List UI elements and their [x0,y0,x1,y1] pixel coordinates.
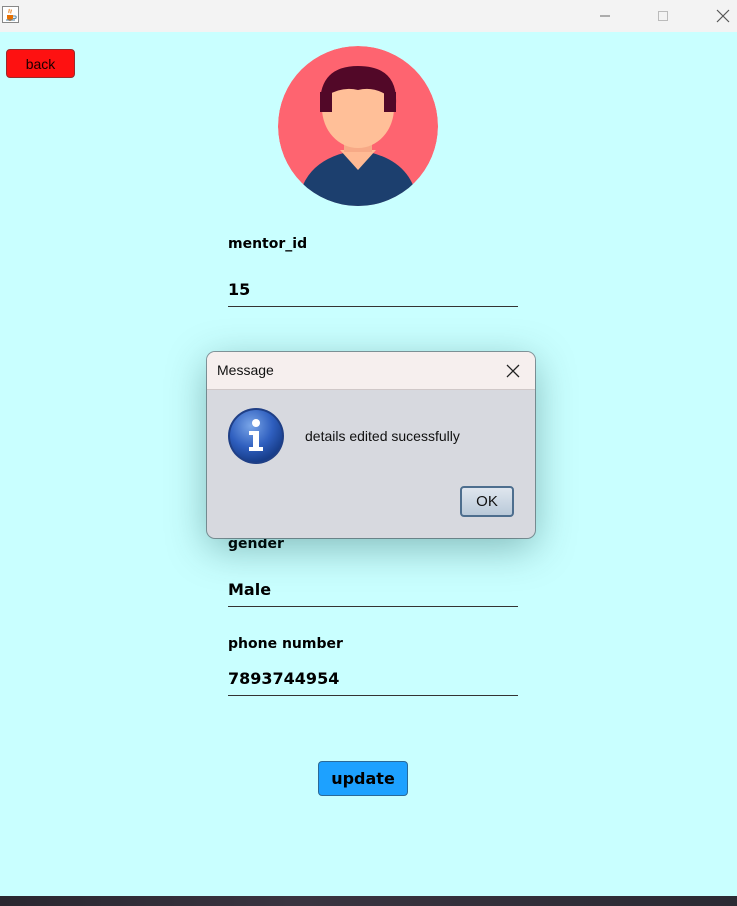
back-button[interactable]: back [6,49,75,78]
gender-field[interactable]: Male [228,580,518,607]
mentor-id-label: mentor_id [228,236,308,252]
ok-button[interactable]: OK [460,486,514,517]
gender-label: gender [228,536,284,552]
mentor-id-field[interactable]: 15 [228,280,518,307]
phone-number-label: phone number [228,636,343,652]
taskbar-strip [0,896,737,906]
close-icon[interactable] [703,0,737,32]
user-avatar-icon [278,46,438,206]
java-cup-icon[interactable] [2,6,19,23]
update-button[interactable]: update [318,761,408,796]
dialog-close-icon[interactable] [501,360,525,382]
message-dialog: Message details edited sucessfully OK [207,352,535,538]
phone-number-field[interactable]: 7893744954 [228,669,518,696]
dialog-message: details edited sucessfully [305,428,460,444]
minimize-icon[interactable] [585,0,625,32]
window-titlebar [0,0,737,32]
maximize-icon[interactable] [643,0,683,32]
dialog-title: Message [217,362,274,378]
info-icon [227,407,285,465]
dialog-titlebar: Message [207,352,535,390]
